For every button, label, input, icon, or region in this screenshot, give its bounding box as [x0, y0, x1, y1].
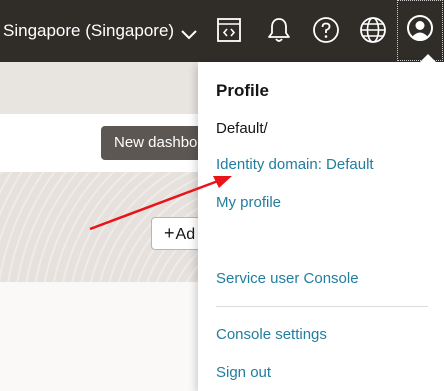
- console-settings-link[interactable]: Console settings: [216, 326, 327, 343]
- language-button[interactable]: [356, 13, 390, 47]
- profile-menu-title: Profile: [216, 81, 269, 100]
- user-profile-icon: [406, 14, 434, 47]
- service-user-console-link[interactable]: Service user Console: [216, 270, 359, 287]
- bell-icon: [266, 16, 292, 44]
- identity-domain-link[interactable]: Identity domain: Default: [216, 156, 374, 173]
- sign-out-link[interactable]: Sign out: [216, 364, 271, 381]
- profile-button[interactable]: [397, 0, 443, 61]
- code-editor-button[interactable]: [212, 13, 246, 47]
- profile-menu: Profile Default/ Identity domain: Defaul…: [198, 54, 444, 391]
- tenancy-name: Default/: [216, 120, 268, 137]
- add-widget-label: Ad: [175, 226, 196, 243]
- help-icon: [312, 16, 340, 44]
- globe-icon: [359, 16, 387, 44]
- notifications-button[interactable]: [262, 13, 296, 47]
- menu-caret: [420, 54, 436, 62]
- code-editor-icon: [216, 17, 242, 43]
- new-dashboard-button[interactable]: New dashbo: [101, 126, 211, 160]
- chevron-down-icon: [180, 25, 198, 40]
- my-profile-link[interactable]: My profile: [216, 194, 281, 211]
- region-label: Singapore (Singapore): [3, 21, 175, 40]
- top-navigation-bar: Singapore (Singapore): [0, 0, 444, 62]
- menu-divider: [216, 306, 428, 307]
- region-selector[interactable]: Singapore (Singapore): [3, 18, 198, 44]
- help-button[interactable]: [309, 13, 343, 47]
